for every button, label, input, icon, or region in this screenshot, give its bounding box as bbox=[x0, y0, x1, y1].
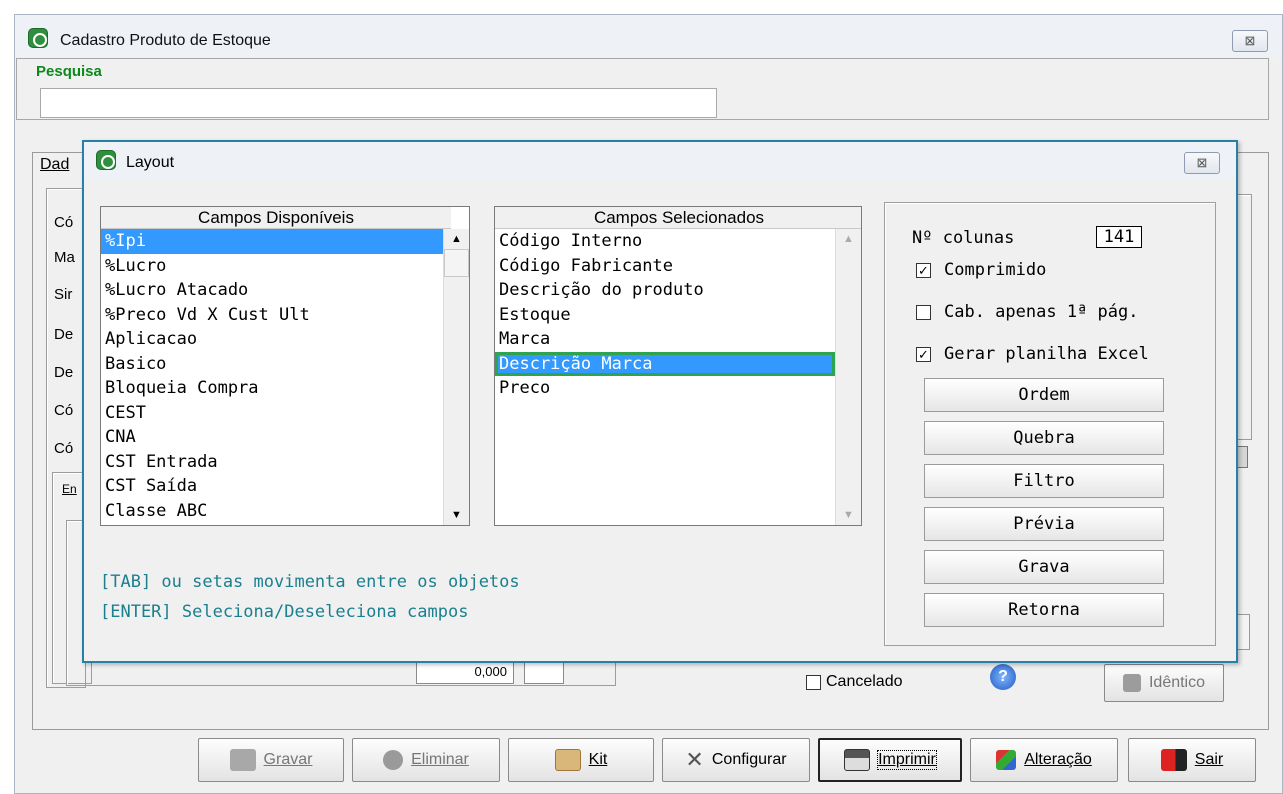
sair-label: Sair bbox=[1194, 751, 1224, 768]
list-item[interactable]: Marca bbox=[495, 327, 835, 352]
cube-icon bbox=[996, 750, 1017, 770]
gravar-label: Gravar bbox=[263, 751, 313, 768]
value-field-partial[interactable]: 0,000 bbox=[416, 660, 514, 684]
unit-field-partial[interactable] bbox=[524, 660, 564, 684]
identico-label: Idêntico bbox=[1148, 674, 1206, 691]
comprimido-label: Comprimido bbox=[944, 260, 1047, 280]
identico-button[interactable]: Idêntico bbox=[1104, 664, 1224, 702]
list-item[interactable]: Estoque bbox=[495, 303, 835, 328]
printer-icon bbox=[844, 749, 871, 771]
eliminar-label: Eliminar bbox=[411, 751, 469, 768]
box-icon bbox=[554, 749, 581, 771]
field-label-codigo: Có bbox=[54, 214, 74, 231]
cab-apenas-checkbox[interactable] bbox=[916, 305, 931, 320]
main-window-title: Cadastro Produto de Estoque bbox=[60, 32, 271, 49]
field-label-codigo2: Có bbox=[54, 402, 74, 419]
cancelado-label: Cancelado bbox=[826, 673, 903, 690]
help-icon[interactable]: ? bbox=[990, 664, 1016, 690]
right-button-stub[interactable] bbox=[1236, 614, 1250, 650]
list-item[interactable]: %Ipi bbox=[101, 229, 443, 254]
available-fields-header: Campos Disponíveis bbox=[101, 207, 451, 229]
list-item[interactable]: Código Fabricante bbox=[495, 254, 835, 279]
ordem-button[interactable]: Ordem bbox=[924, 378, 1164, 412]
list-item[interactable]: Bloqueia Compra bbox=[101, 376, 443, 401]
kit-button[interactable]: Kit bbox=[508, 738, 654, 782]
available-scrollbar[interactable]: ▲ ▼ bbox=[443, 229, 469, 525]
alteracao-button[interactable]: Alteração bbox=[970, 738, 1118, 782]
identico-icon bbox=[1122, 674, 1141, 692]
selected-fields-items: Código Interno Código Fabricante Descriç… bbox=[495, 229, 835, 401]
available-fields-list[interactable]: Campos Disponíveis %Ipi %Lucro %Lucro At… bbox=[100, 206, 470, 526]
list-item[interactable]: CNA bbox=[101, 425, 443, 450]
hint-tab: [TAB] ou setas movimenta entre os objeto… bbox=[100, 572, 520, 592]
tab-dados[interactable]: Dad bbox=[40, 156, 69, 174]
scroll-down-icon[interactable]: ▼ bbox=[444, 505, 469, 525]
layout-app-icon bbox=[96, 150, 116, 170]
eliminar-button[interactable]: Eliminar bbox=[352, 738, 500, 782]
list-item[interactable]: Código Interno bbox=[495, 229, 835, 254]
retorna-button[interactable]: Retorna bbox=[924, 593, 1164, 627]
layout-titlebar bbox=[84, 142, 1236, 180]
num-colunas-label: Nº colunas bbox=[912, 228, 1015, 248]
app-icon bbox=[28, 28, 48, 48]
previa-button[interactable]: Prévia bbox=[924, 507, 1164, 541]
sair-button[interactable]: Sair bbox=[1128, 738, 1256, 782]
selected-scrollbar[interactable]: ▲ ▼ bbox=[835, 229, 861, 525]
search-input[interactable] bbox=[40, 88, 717, 118]
list-item[interactable]: CST Entrada bbox=[101, 450, 443, 475]
selected-fields-header: Campos Selecionados bbox=[495, 207, 861, 229]
right-frame-stub bbox=[1236, 194, 1252, 440]
list-item[interactable]: Basico bbox=[101, 352, 443, 377]
quebra-button[interactable]: Quebra bbox=[924, 421, 1164, 455]
scroll-down-icon[interactable]: ▼ bbox=[836, 505, 861, 525]
scroll-thumb[interactable] bbox=[444, 249, 469, 277]
selected-fields-list[interactable]: Campos Selecionados Código Interno Códig… bbox=[494, 206, 862, 526]
list-item[interactable]: CEST bbox=[101, 401, 443, 426]
pesquisa-label: Pesquisa bbox=[34, 63, 104, 80]
disk-icon bbox=[229, 749, 256, 771]
list-item[interactable]: %Preco Vd X Cust Ult bbox=[101, 303, 443, 328]
list-item[interactable]: Aplicacao bbox=[101, 327, 443, 352]
list-item[interactable]: Classe ABC bbox=[101, 499, 443, 524]
field-label-descricao2: De bbox=[54, 364, 74, 381]
subtab-en[interactable]: En bbox=[62, 482, 77, 496]
scroll-up-icon[interactable]: ▲ bbox=[836, 229, 861, 249]
list-item[interactable]: Preco bbox=[495, 376, 835, 401]
scroll-up-icon[interactable]: ▲ bbox=[444, 229, 469, 249]
cab-apenas-label: Cab. apenas 1ª pág. bbox=[944, 302, 1139, 322]
num-colunas-field[interactable]: 141 bbox=[1096, 226, 1142, 248]
hint-enter: [ENTER] Seleciona/Deseleciona campos bbox=[100, 602, 469, 622]
configurar-button[interactable]: ✕ Configurar bbox=[662, 738, 810, 782]
list-item[interactable]: %Lucro Atacado bbox=[101, 278, 443, 303]
delete-icon bbox=[383, 750, 404, 770]
layout-close-button[interactable]: ⊠ bbox=[1184, 152, 1220, 174]
list-item[interactable]: Descrição do produto bbox=[495, 278, 835, 303]
tools-icon: ✕ bbox=[685, 747, 704, 772]
main-close-button[interactable]: ⊠ bbox=[1232, 30, 1268, 52]
gerar-excel-label: Gerar planilha Excel bbox=[944, 344, 1149, 364]
layout-dialog: Layout ⊠ Campos Disponíveis %Ipi %Lucro … bbox=[82, 140, 1238, 663]
field-label-marca: Ma bbox=[54, 249, 75, 266]
configurar-label: Configurar bbox=[711, 751, 787, 768]
layout-title: Layout bbox=[126, 154, 175, 171]
list-item[interactable]: Descrição Marca bbox=[495, 351, 835, 376]
field-label-codigo3: Có bbox=[54, 440, 74, 457]
field-label-descricao1: De bbox=[54, 326, 74, 343]
kit-label: Kit bbox=[588, 751, 608, 768]
alteracao-label: Alteração bbox=[1024, 751, 1092, 768]
gerar-excel-checkbox[interactable]: ✓ bbox=[916, 347, 931, 362]
imprimir-label: Imprimir bbox=[877, 750, 937, 770]
imprimir-button[interactable]: Imprimir bbox=[818, 738, 962, 782]
list-item[interactable]: %Lucro bbox=[101, 254, 443, 279]
exit-icon bbox=[1160, 749, 1187, 771]
comprimido-checkbox[interactable]: ✓ bbox=[916, 263, 931, 278]
gravar-button[interactable]: Gravar bbox=[198, 738, 344, 782]
list-item[interactable]: CST Saída bbox=[101, 474, 443, 499]
field-label-sin: Sir bbox=[54, 286, 73, 303]
available-fields-items: %Ipi %Lucro %Lucro Atacado %Preco Vd X C… bbox=[101, 229, 443, 523]
cancelado-checkbox[interactable] bbox=[806, 675, 821, 690]
filtro-button[interactable]: Filtro bbox=[924, 464, 1164, 498]
grava-button[interactable]: Grava bbox=[924, 550, 1164, 584]
